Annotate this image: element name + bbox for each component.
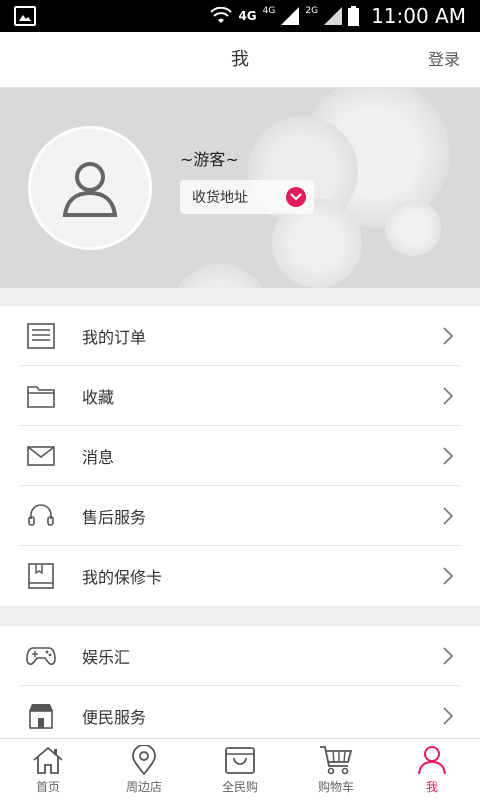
chevron-right-icon [442,446,454,470]
chevron-right-icon [442,566,454,590]
tab-label: 购物车 [317,780,354,794]
menu-item-entertainment[interactable]: 娱乐汇 [0,626,480,686]
chevron-down-icon [286,187,306,207]
menu-item-favorites[interactable]: 收藏 [0,366,480,426]
login-button[interactable]: 登录 [428,32,460,88]
tab-cart[interactable]: 购物车 [288,739,384,800]
clock: 11:00 AM [371,4,466,28]
home-icon [33,746,63,774]
menu-item-label: 收藏 [82,388,115,407]
mail-icon [26,441,56,471]
menu-item-messages[interactable]: 消息 [0,426,480,486]
status-indicators: 4G 4G 2G 11:00 AM [210,0,466,32]
page-title: 我 [231,49,249,70]
battery-icon [348,6,360,26]
tab-nearby-stores[interactable]: 周边店 [96,739,192,800]
tab-label: 我 [425,780,438,794]
menu-item-label: 我的订单 [82,328,147,347]
tab-label: 周边店 [125,780,162,794]
network-label-1: 4G [238,9,257,23]
app-header: 我 登录 [0,32,480,88]
status-bar: 4G 4G 2G 11:00 AM [0,0,480,32]
menu-group-account: 我的订单 收藏 消息 售后服务 我的保修卡 [0,306,480,606]
profile-banner: ~游客~ 收货地址 [0,88,480,288]
menu-item-orders[interactable]: 我的订单 [0,306,480,366]
store-icon [26,701,56,731]
decorative-circle [170,264,270,288]
menu-item-label: 消息 [82,448,115,467]
menu-item-convenience[interactable]: 便民服务 [0,686,480,746]
gallery-notification-icon [14,6,36,26]
order-list-icon [26,321,56,351]
tab-label: 首页 [35,780,60,794]
chevron-right-icon [442,706,454,730]
bottom-tab-bar: 首页 周边店 全民购 购物车 我 [0,738,480,800]
tab-me[interactable]: 我 [384,739,480,800]
cart-icon [320,746,353,775]
location-pin-icon [132,745,156,775]
username: ~游客~ [180,150,239,169]
shipping-address-button[interactable]: 收货地址 [180,180,314,214]
user-icon [418,746,446,775]
signal-icon [281,7,300,25]
menu-group-services: 娱乐汇 便民服务 [0,626,480,746]
menu-item-label: 我的保修卡 [82,568,163,587]
tab-label: 全民购 [221,780,258,794]
decorative-circle [385,200,441,256]
network-label-3: 2G [305,6,319,16]
chevron-right-icon [442,386,454,410]
menu-item-label: 售后服务 [82,508,147,527]
wifi-icon [210,7,233,23]
folder-icon [26,381,56,411]
gamepad-icon [26,641,56,671]
menu-item-label: 娱乐汇 [82,648,131,667]
headset-icon [26,501,56,531]
menu-item-warranty[interactable]: 我的保修卡 [0,546,480,606]
user-placeholder-icon [62,162,118,217]
menu-item-label: 便民服务 [82,708,147,727]
chevron-right-icon [442,506,454,530]
shipping-address-label: 收货地址 [192,190,248,206]
warranty-card-icon [26,561,56,591]
network-label-2: 4G [262,6,276,16]
signal-icon-2 [324,7,343,25]
avatar[interactable] [28,126,152,250]
menu-item-after-sales[interactable]: 售后服务 [0,486,480,546]
chevron-right-icon [442,646,454,670]
chevron-right-icon [442,326,454,350]
tab-home[interactable]: 首页 [0,739,96,800]
shopping-bag-icon [225,747,255,774]
tab-group-buy[interactable]: 全民购 [192,739,288,800]
